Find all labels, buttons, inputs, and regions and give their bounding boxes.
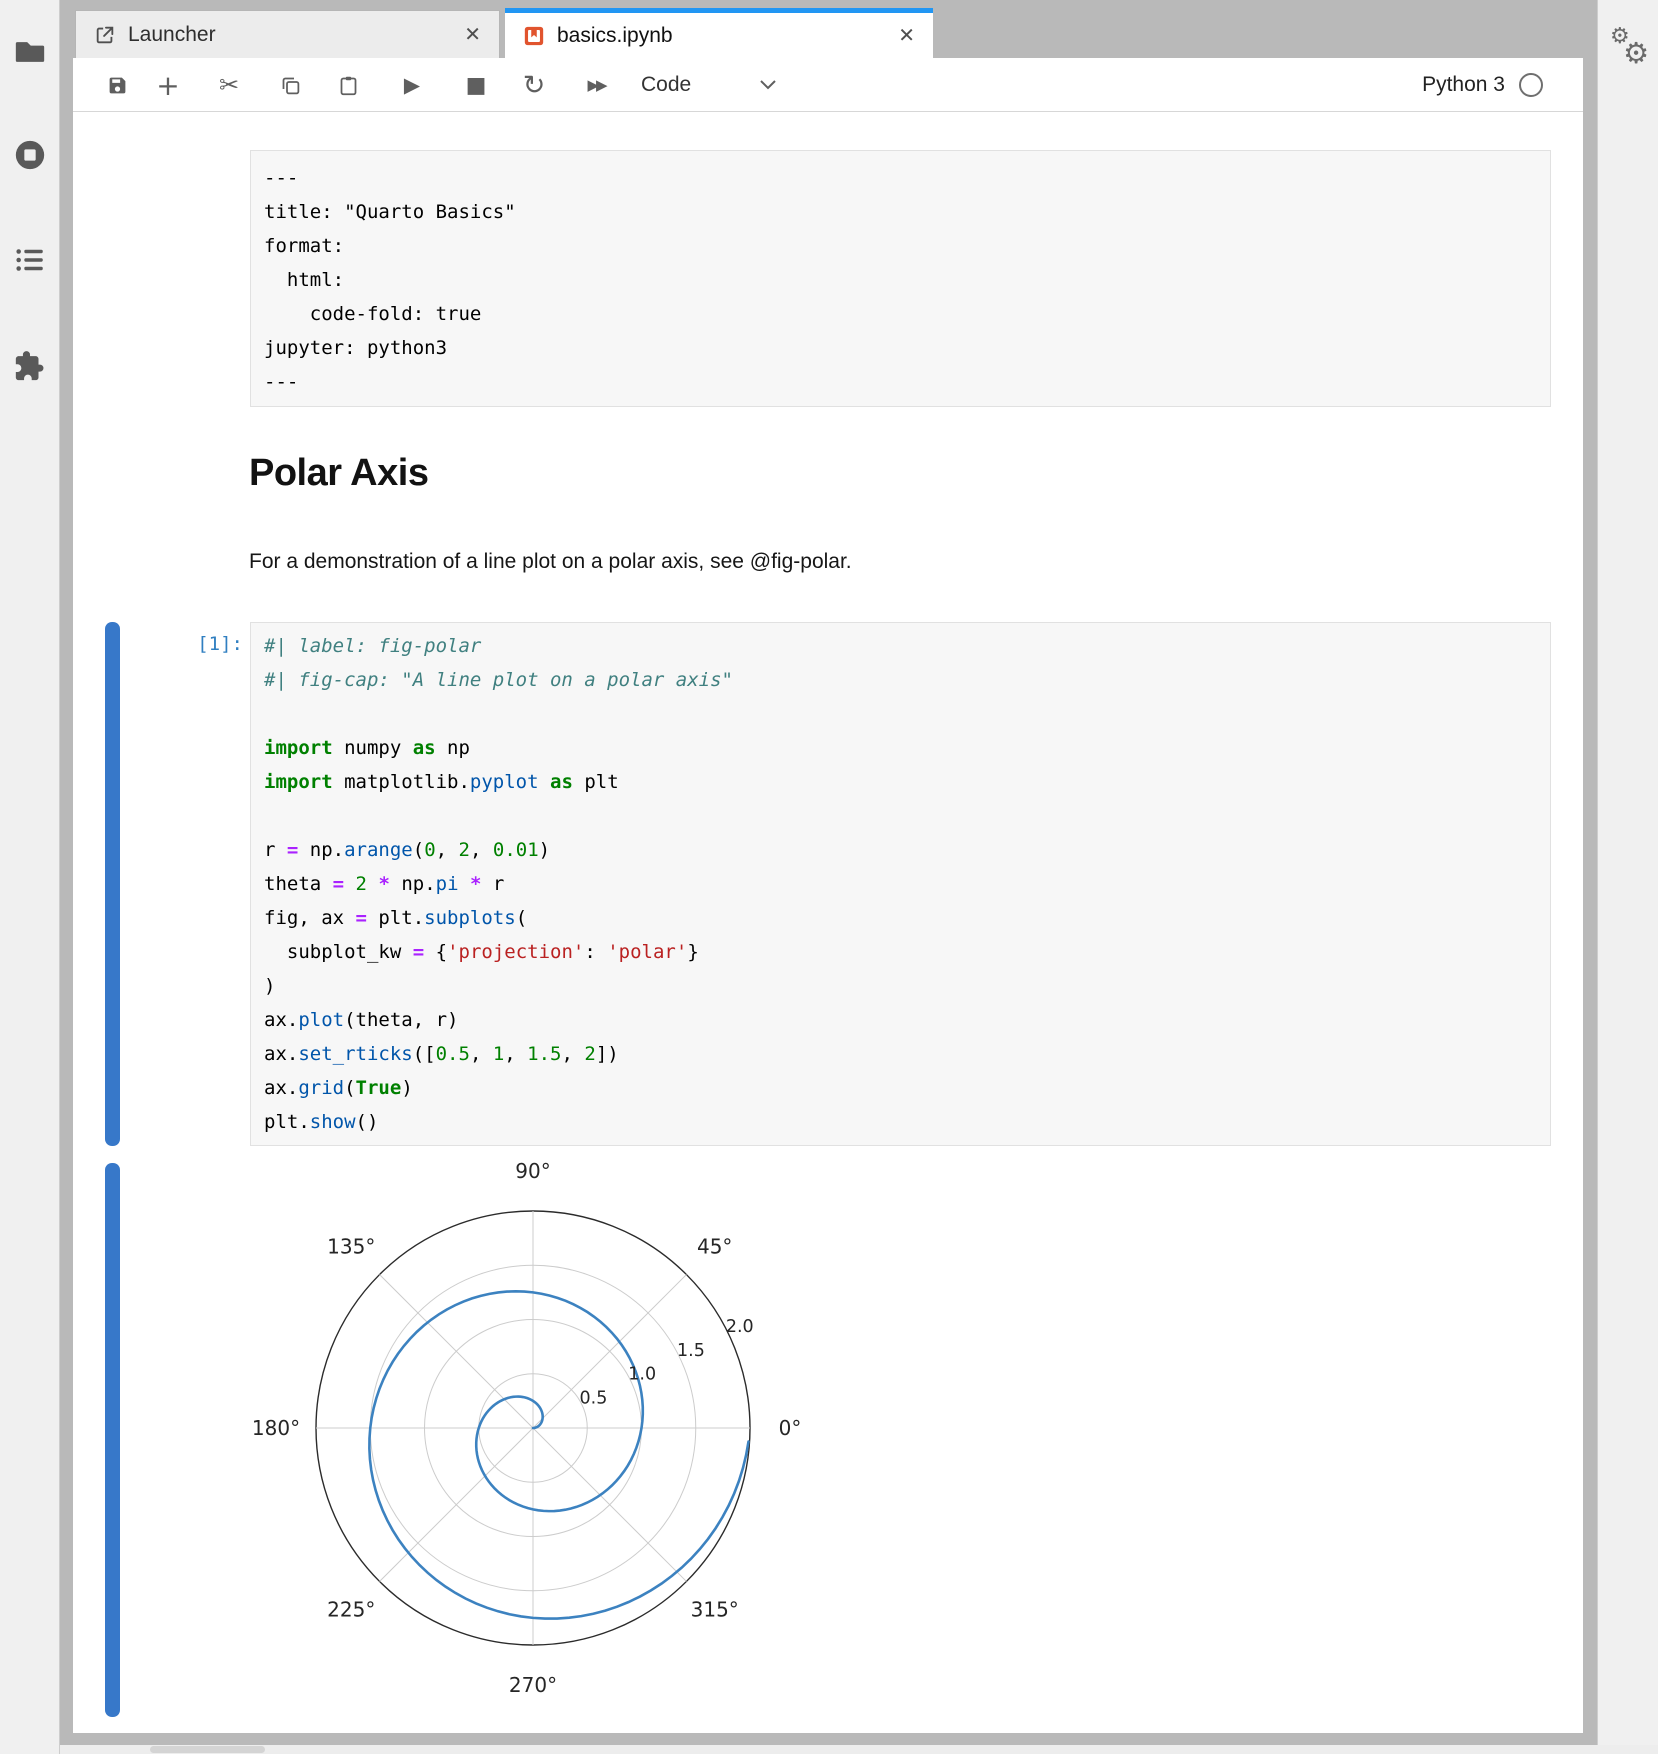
run-cell-button[interactable]: ▶ xyxy=(395,58,429,112)
cut-cells-button[interactable]: ✂ xyxy=(212,58,246,112)
table-of-contents-icon[interactable] xyxy=(13,243,47,277)
restart-run-all-button[interactable]: ▶▶ xyxy=(579,58,613,112)
left-activity-bar xyxy=(0,0,60,1754)
tab-basics-ipynb-close-icon[interactable]: ✕ xyxy=(880,23,933,48)
markdown-paragraph: For a demonstration of a line plot on a … xyxy=(249,550,852,574)
kernel-status-indicator[interactable] xyxy=(1519,73,1543,97)
svg-text:270°: 270° xyxy=(509,1673,557,1697)
cell-type-value: Code xyxy=(641,73,691,97)
property-inspector-gears-icon[interactable]: ⚙ ⚙ xyxy=(1608,26,1652,70)
svg-text:1.5: 1.5 xyxy=(677,1341,705,1361)
paste-cells-button[interactable] xyxy=(331,58,365,112)
code-cell-editor[interactable]: #| label: fig-polar#| fig-cap: "A line p… xyxy=(250,622,1551,1146)
chevron-down-icon xyxy=(759,73,777,97)
polar-plot-output: 0° 45° 90° 135° 180° 225° 270° 315° 0.5 1.0 1.5 2.0 xyxy=(208,1148,868,1734)
copy-cells-button[interactable] xyxy=(273,58,307,112)
file-browser-icon[interactable] xyxy=(13,35,47,69)
right-activity-bar: ⚙ ⚙ xyxy=(1597,0,1658,1754)
kernel-name: Python 3 xyxy=(1422,73,1505,97)
interrupt-kernel-button[interactable]: ■ xyxy=(459,58,493,112)
svg-text:225°: 225° xyxy=(327,1598,375,1622)
cell-type-dropdown[interactable]: Code xyxy=(641,58,777,112)
svg-text:45°: 45° xyxy=(697,1234,732,1258)
tab-basics-ipynb[interactable]: basics.ipynb ✕ xyxy=(505,8,933,58)
tab-launcher[interactable]: Launcher ✕ xyxy=(75,10,500,58)
tab-launcher-label: Launcher xyxy=(128,23,446,47)
svg-text:315°: 315° xyxy=(691,1598,739,1622)
yaml-raw-cell[interactable]: ---title: "Quarto Basics"format: html: c… xyxy=(250,150,1551,407)
launcher-icon xyxy=(94,24,116,46)
extension-manager-icon[interactable] xyxy=(13,349,47,383)
svg-text:135°: 135° xyxy=(327,1234,375,1258)
tab-launcher-close-icon[interactable]: ✕ xyxy=(446,22,499,47)
save-button[interactable] xyxy=(100,58,134,112)
add-cell-button[interactable]: + xyxy=(151,58,185,112)
svg-text:90°: 90° xyxy=(515,1159,550,1183)
notebook-icon xyxy=(523,25,545,47)
markdown-heading: Polar Axis xyxy=(249,452,428,495)
svg-text:0°: 0° xyxy=(779,1416,802,1440)
restart-kernel-button[interactable]: ↻ xyxy=(517,58,551,112)
notebook-panel: ---title: "Quarto Basics"format: html: c… xyxy=(73,112,1583,1733)
output-collapser[interactable] xyxy=(105,1163,120,1717)
horizontal-scrollbar-thumb[interactable] xyxy=(150,1746,265,1753)
svg-text:2.0: 2.0 xyxy=(726,1317,754,1337)
svg-text:0.5: 0.5 xyxy=(580,1389,608,1409)
notebook-toolbar: + ✂ ▶ ■ ↻ ▶▶ Code Python 3 xyxy=(73,58,1583,112)
running-kernels-icon[interactable] xyxy=(13,138,47,172)
input-collapser[interactable] xyxy=(105,622,120,1146)
svg-text:180°: 180° xyxy=(252,1416,300,1440)
svg-text:1.0: 1.0 xyxy=(628,1365,656,1385)
execution-count: [1]: xyxy=(93,633,243,655)
bottom-scrollbar-track xyxy=(60,1745,1658,1754)
tab-basics-ipynb-label: basics.ipynb xyxy=(557,24,880,48)
jupyterlab-window: ⚙ ⚙ Launcher ✕ basics.ipynb ✕ + xyxy=(0,0,1658,1754)
